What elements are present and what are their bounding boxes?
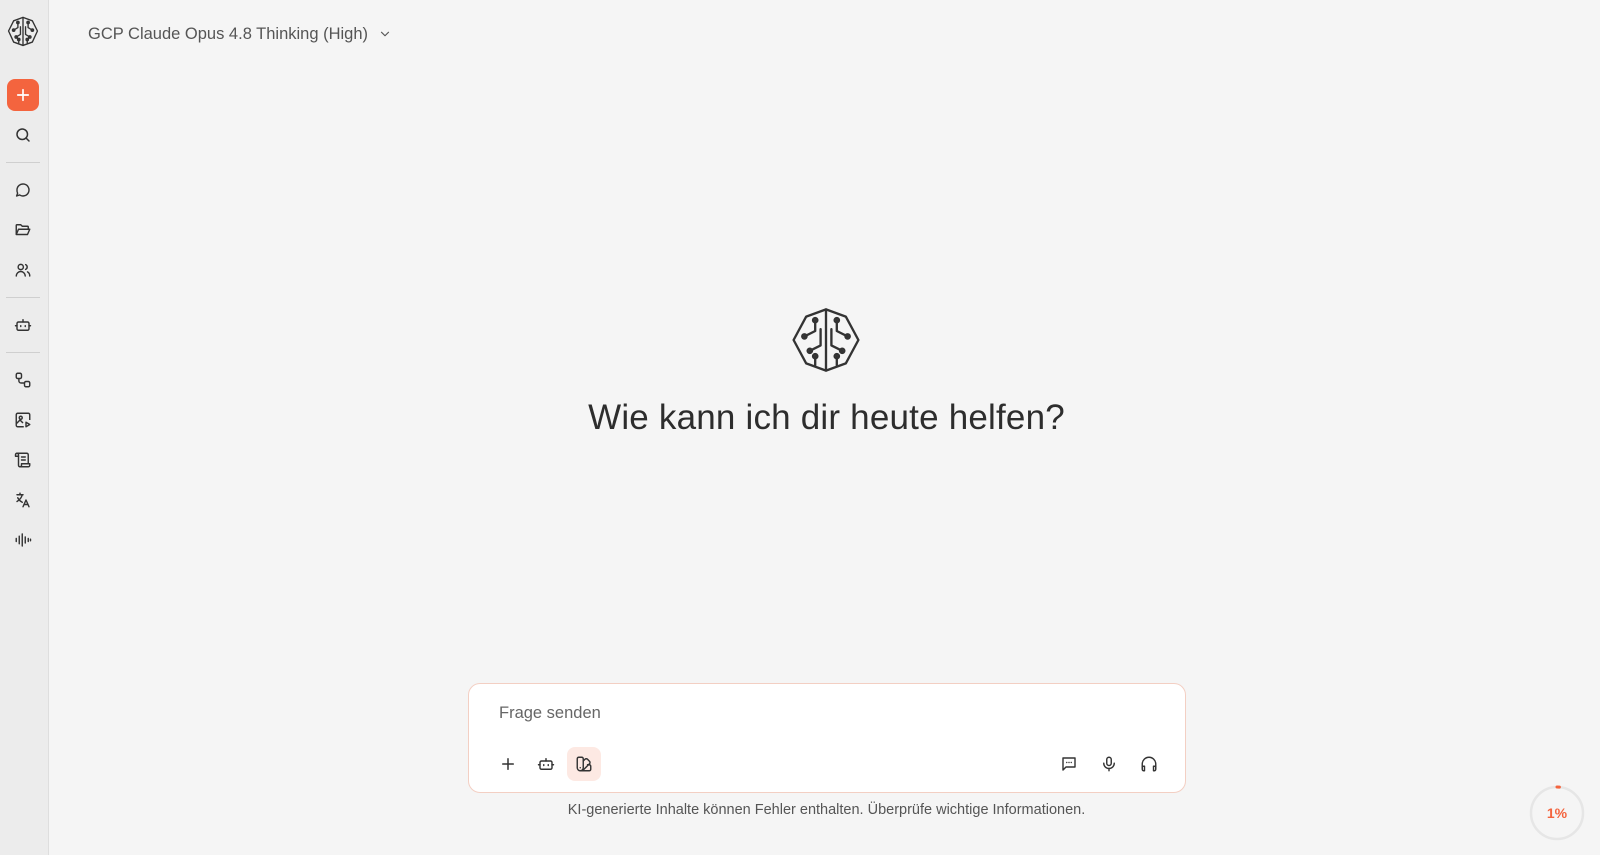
microphone-icon — [1103, 756, 1115, 772]
swatch-book-icon — [576, 756, 592, 772]
audio-waveform-icon — [15, 533, 32, 547]
sidebar-item-workflows[interactable] — [7, 364, 39, 396]
agent-button[interactable] — [529, 747, 563, 781]
users-icon — [15, 263, 31, 277]
folder-open-icon — [15, 224, 31, 236]
bot-icon — [537, 758, 555, 770]
workflow-icon — [15, 372, 31, 388]
sidebar-item-users[interactable] — [7, 254, 39, 286]
chat-bubble-icon — [15, 183, 30, 197]
sidebar-item-audio[interactable] — [7, 524, 39, 556]
sidebar-divider — [6, 352, 40, 353]
search-button[interactable] — [7, 119, 39, 151]
headphones-icon — [1141, 756, 1157, 772]
brain-logo-icon[interactable] — [4, 12, 42, 50]
bot-icon — [14, 319, 32, 331]
sidebar-divider — [6, 162, 40, 163]
translate-icon — [16, 492, 30, 508]
model-name: GCP Claude Opus 4.8 Thinking (High) — [88, 24, 369, 43]
chat-mode-button[interactable] — [1052, 747, 1086, 781]
greeting-title: Wie kann ich dir heute helfen? — [588, 398, 1065, 437]
brain-logo-icon — [790, 304, 862, 376]
usage-progress[interactable]: 1% — [1527, 783, 1587, 843]
microphone-button[interactable] — [1092, 747, 1126, 781]
chevron-down-icon — [380, 31, 390, 37]
plus-icon — [502, 758, 514, 770]
message-square-dots-icon — [1062, 757, 1076, 771]
sidebar-item-agents[interactable] — [7, 309, 39, 341]
model-selector[interactable]: GCP Claude Opus 4.8 Thinking (High) — [78, 20, 402, 48]
canvas-button[interactable] — [567, 747, 601, 781]
sidebar-item-translate[interactable] — [7, 484, 39, 516]
progress-percent: 1% — [1546, 805, 1568, 821]
disclaimer-text: KI-generierte Inhalte können Fehler enth… — [567, 802, 1086, 818]
sidebar-item-prompts[interactable] — [7, 444, 39, 476]
search-icon — [16, 128, 30, 142]
question-input[interactable] — [499, 700, 1149, 726]
new-chat-button[interactable] — [7, 79, 39, 111]
plus-icon — [16, 88, 30, 102]
composer — [468, 683, 1186, 793]
sidebar-divider — [6, 297, 40, 298]
attach-button[interactable] — [491, 747, 525, 781]
sidebar-item-files[interactable] — [7, 214, 39, 246]
sidebar-item-chats[interactable] — [7, 174, 39, 206]
voice-mode-button[interactable] — [1132, 747, 1166, 781]
scroll-icon — [14, 452, 31, 468]
